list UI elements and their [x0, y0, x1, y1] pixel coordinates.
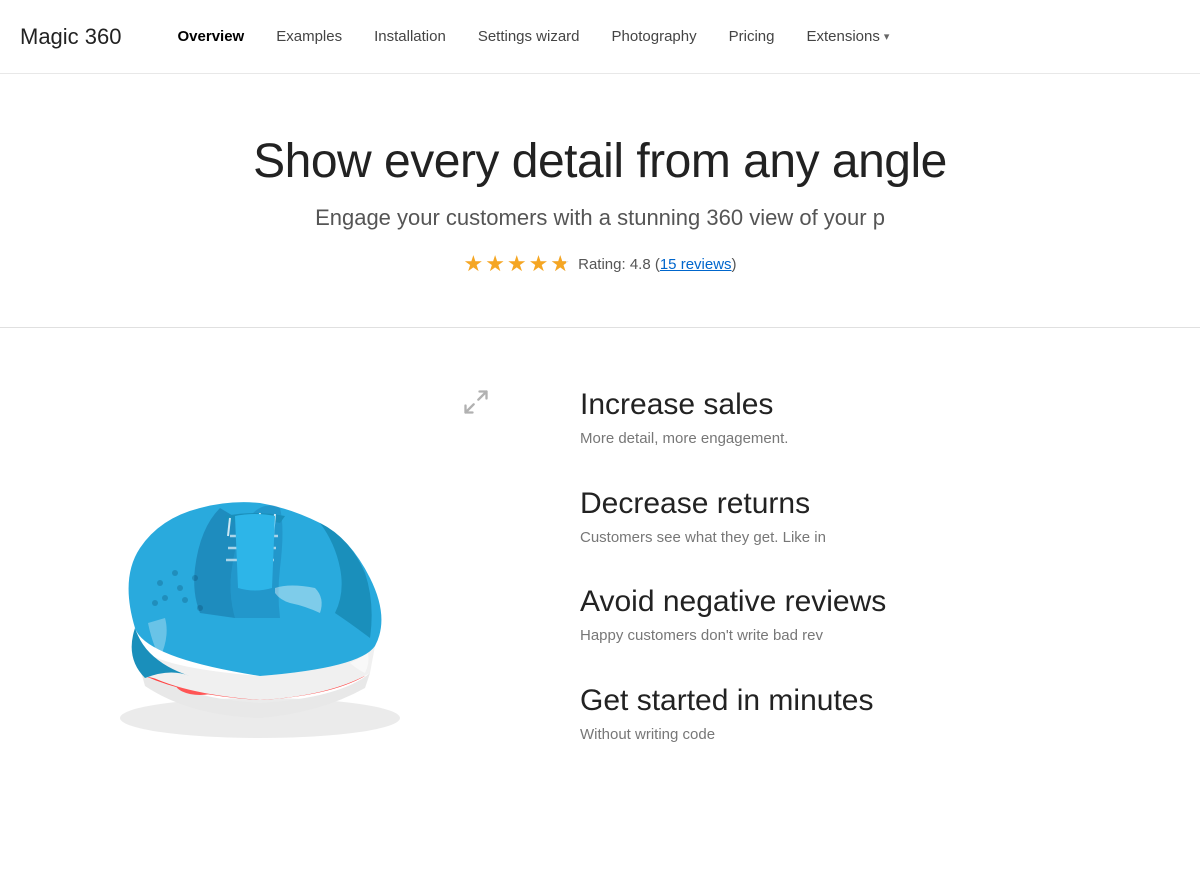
hero-subtitle: Engage your customers with a stunning 36… [20, 205, 1180, 231]
rating-text: Rating: 4.8 (15 reviews) [578, 256, 736, 273]
logo[interactable]: Magic 360 [20, 24, 122, 50]
feature-title-increase-sales: Increase sales [580, 388, 1160, 422]
feature-desc-avoid-negative-reviews: Happy customers don't write bad rev [580, 625, 1160, 648]
divider [0, 327, 1200, 328]
chevron-down-icon: ▾ [884, 30, 890, 43]
feature-avoid-negative-reviews: Avoid negative reviews Happy customers d… [580, 585, 1160, 648]
star-1: ★ [463, 251, 483, 277]
feature-decrease-returns: Decrease returns Customers see what they… [580, 487, 1160, 550]
shoe-image [80, 428, 440, 768]
feature-title-avoid-negative-reviews: Avoid negative reviews [580, 585, 1160, 619]
rating-value: Rating: 4.8 [578, 256, 651, 273]
rating-row: ★ ★ ★ ★ ★ ★ Rating: 4.8 (15 reviews) [20, 251, 1180, 277]
nav-item-settings-wizard[interactable]: Settings wizard [462, 0, 596, 74]
feature-desc-get-started: Without writing code [580, 724, 1160, 747]
header: Magic 360 Overview Examples Installation… [0, 0, 1200, 74]
feature-title-get-started: Get started in minutes [580, 684, 1160, 718]
feature-title-decrease-returns: Decrease returns [580, 487, 1160, 521]
nav-item-installation[interactable]: Installation [358, 0, 462, 74]
navigation: Overview Examples Installation Settings … [162, 0, 906, 74]
reviews-link[interactable]: 15 reviews [660, 256, 732, 273]
nav-item-pricing[interactable]: Pricing [713, 0, 791, 74]
feature-increase-sales: Increase sales More detail, more engagem… [580, 388, 1160, 451]
product-viewer [40, 368, 520, 848]
features-list: Increase sales More detail, more engagem… [580, 368, 1160, 782]
star-5-half: ★ ★ [550, 251, 570, 277]
feature-desc-increase-sales: More detail, more engagement. [580, 428, 1160, 451]
star-3: ★ [507, 251, 527, 277]
nav-item-examples[interactable]: Examples [260, 0, 358, 74]
star-2: ★ [485, 251, 505, 277]
main-content: Increase sales More detail, more engagem… [0, 338, 1200, 878]
expand-button[interactable] [462, 388, 490, 421]
star-rating: ★ ★ ★ ★ ★ ★ [463, 251, 570, 277]
feature-get-started: Get started in minutes Without writing c… [580, 684, 1160, 747]
hero-section: Show every detail from any angle Engage … [0, 74, 1200, 317]
shoe-image-container [80, 428, 520, 773]
feature-desc-decrease-returns: Customers see what they get. Like in [580, 527, 1160, 550]
star-4: ★ [529, 251, 549, 277]
nav-item-extensions[interactable]: Extensions ▾ [790, 0, 905, 74]
nav-item-overview[interactable]: Overview [162, 0, 261, 74]
nav-item-photography[interactable]: Photography [596, 0, 713, 74]
extensions-label: Extensions [806, 28, 879, 45]
hero-title: Show every detail from any angle [20, 134, 1180, 189]
